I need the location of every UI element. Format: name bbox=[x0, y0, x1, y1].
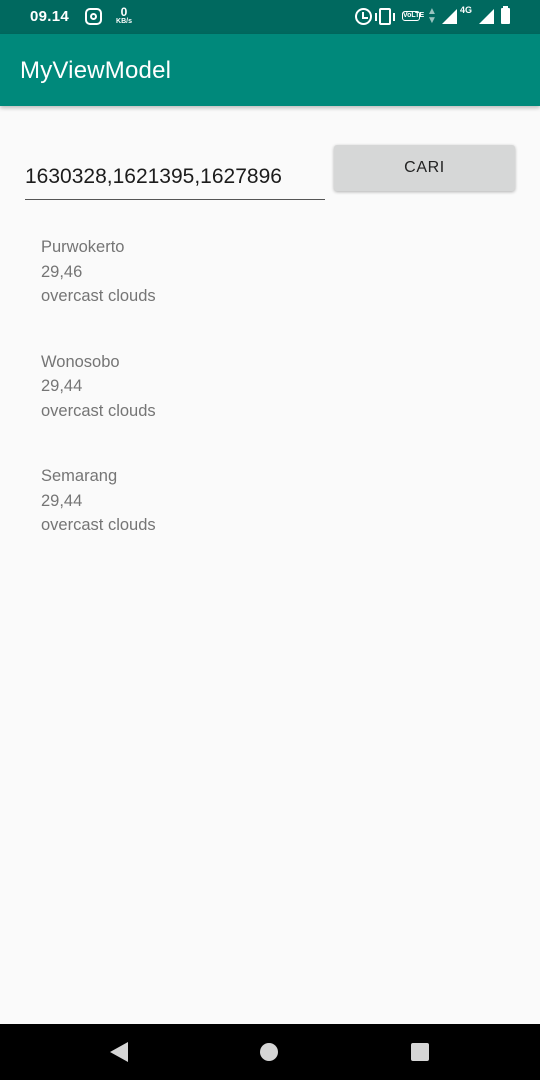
signal-icon bbox=[441, 8, 457, 24]
temperature: 29,44 bbox=[41, 491, 83, 510]
network-speed: 0 KB/s bbox=[112, 6, 136, 25]
network-speed-value: 0 bbox=[120, 5, 128, 19]
recents-icon[interactable] bbox=[411, 1043, 429, 1061]
status-time: 09.14 bbox=[30, 8, 70, 25]
volte-icon: VoLTE bbox=[401, 11, 425, 21]
weather-list-item: Wonosobo 29,44 overcast clouds bbox=[41, 350, 521, 465]
city-ids-input[interactable] bbox=[25, 146, 325, 200]
weather-list: Purwokerto 29,46 overcast clouds Wonosob… bbox=[41, 235, 521, 579]
weather-list-item: Purwokerto 29,46 overcast clouds bbox=[41, 235, 521, 350]
alarm-icon bbox=[354, 7, 372, 25]
home-icon[interactable] bbox=[260, 1043, 278, 1061]
data-arrows-icon: ▲ ▼ bbox=[426, 6, 437, 26]
weather-list-item: Semarang 29,44 overcast clouds bbox=[41, 464, 521, 579]
network-speed-unit: KB/s bbox=[116, 18, 132, 25]
navigation-bar bbox=[0, 1024, 540, 1080]
temperature: 29,46 bbox=[41, 262, 83, 281]
temperature: 29,44 bbox=[41, 377, 83, 395]
status-icons: VoLTE ▲ ▼ 4G bbox=[354, 5, 510, 26]
back-icon[interactable] bbox=[110, 1042, 128, 1062]
network-type: 4G bbox=[459, 5, 472, 15]
app-title: MyViewModel bbox=[20, 57, 172, 84]
app-bar: MyViewModel bbox=[0, 34, 540, 106]
search-button[interactable]: CARI bbox=[334, 145, 515, 191]
battery-icon bbox=[501, 6, 510, 24]
instagram-icon bbox=[85, 8, 102, 25]
vibrate-icon bbox=[374, 7, 395, 25]
city-name: Wonosobo bbox=[41, 352, 120, 371]
status-bar: 09.14 0 KB/s VoLTE ▲ ▼ 4G bbox=[0, 0, 540, 34]
weather-description: overcast clouds bbox=[41, 401, 156, 420]
signal-icon-2 bbox=[479, 8, 494, 24]
city-name: Purwokerto bbox=[41, 238, 125, 256]
city-name: Semarang bbox=[41, 467, 118, 485]
weather-description: overcast clouds bbox=[41, 516, 156, 534]
weather-description: overcast clouds bbox=[41, 287, 156, 305]
